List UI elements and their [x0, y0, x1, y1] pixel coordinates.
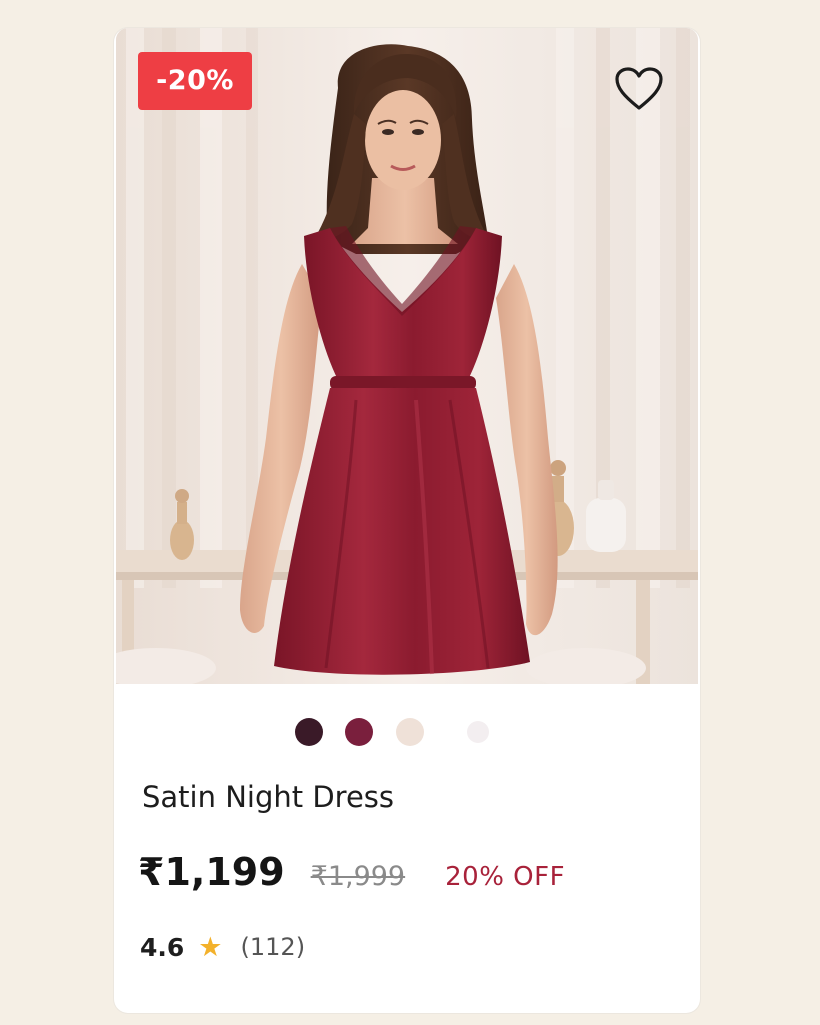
- price-row: ₹1,199 ₹1,999 20% OFF: [138, 850, 565, 900]
- swatch-white[interactable]: [467, 721, 489, 743]
- discount-text: 20% OFF: [445, 862, 566, 892]
- product-photo-illustration: [116, 28, 698, 684]
- color-swatches: [114, 716, 700, 748]
- heart-outline-icon[interactable]: [614, 66, 664, 112]
- rating-row: 4.6 ★ (112): [140, 927, 305, 967]
- product-name[interactable]: Satin Night Dress: [142, 780, 394, 814]
- rating-value: 4.6: [140, 932, 185, 962]
- original-price: ₹1,999: [310, 861, 406, 892]
- swatch-beige[interactable]: [396, 718, 424, 746]
- sale-price: ₹1,199: [138, 850, 285, 894]
- product-image[interactable]: -20%: [116, 28, 698, 684]
- discount-badge: -20%: [138, 52, 252, 110]
- review-count: (112): [240, 933, 306, 961]
- star-icon: ★: [198, 931, 223, 963]
- wishlist-button[interactable]: [612, 64, 666, 114]
- product-card[interactable]: -20% Satin Night Dress ₹1,199 ₹1,999 20%…: [114, 28, 700, 1013]
- swatch-dark-plum[interactable]: [295, 718, 323, 746]
- swatch-maroon[interactable]: [345, 718, 373, 746]
